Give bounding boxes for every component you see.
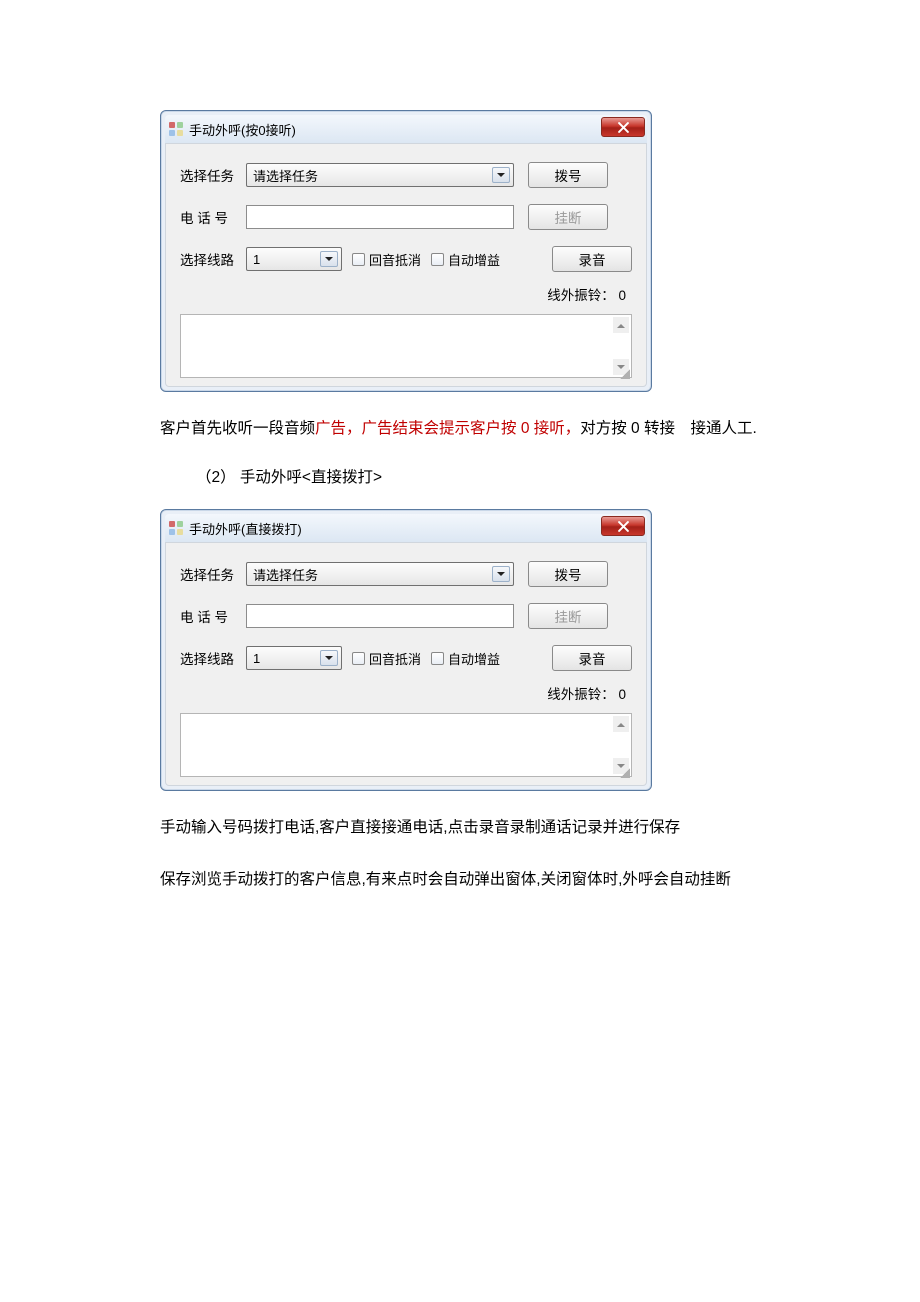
line-combo[interactable]: 1 <box>246 247 342 271</box>
task-combo[interactable]: 请选择任务 <box>246 562 514 586</box>
label-task: 选择任务 <box>180 564 246 584</box>
gain-label: 自动增益 <box>448 649 500 668</box>
label-line: 选择线路 <box>180 249 246 269</box>
phone-input[interactable] <box>246 205 514 229</box>
line-combo[interactable]: 1 <box>246 646 342 670</box>
echo-checkbox[interactable]: 回音抵消 <box>352 649 421 668</box>
record-button[interactable]: 录音 <box>552 645 632 671</box>
hangup-button[interactable]: 挂断 <box>528 204 608 230</box>
record-button[interactable]: 录音 <box>552 246 632 272</box>
window-title: 手动外呼(直接拨打) <box>189 519 302 538</box>
ring-status: 线外振铃： 0 <box>180 683 632 703</box>
dial-button[interactable]: 拨号 <box>528 162 608 188</box>
app-icon <box>169 521 183 535</box>
close-button[interactable] <box>601 516 645 536</box>
paragraph-1: 客户首先收听一段音频广告，广告结束会提示客户按 0 接听，对方按 0 转接 接通… <box>160 414 770 443</box>
checkbox-box-icon <box>431 253 444 266</box>
chevron-down-icon <box>492 566 510 582</box>
gain-checkbox[interactable]: 自动增益 <box>431 250 500 269</box>
checkbox-box-icon <box>431 652 444 665</box>
line-combo-value: 1 <box>253 651 260 666</box>
gain-label: 自动增益 <box>448 250 500 269</box>
chevron-down-icon <box>492 167 510 183</box>
window-title: 手动外呼(按0接听) <box>189 120 296 139</box>
task-combo[interactable]: 请选择任务 <box>246 163 514 187</box>
client-area: 选择任务 请选择任务 拨号 电 话 号 挂断 选择线路 1 <box>165 542 647 786</box>
hangup-button[interactable]: 挂断 <box>528 603 608 629</box>
scroll-up-icon[interactable] <box>613 317 629 333</box>
label-phone: 电 话 号 <box>180 207 246 227</box>
close-icon <box>618 521 629 532</box>
dialog-direct-dial: 手动外呼(直接拨打) 选择任务 请选择任务 拨号 电 话 号 挂断 <box>160 509 652 791</box>
gain-checkbox[interactable]: 自动增益 <box>431 649 500 668</box>
phone-input[interactable] <box>246 604 514 628</box>
echo-label: 回音抵消 <box>369 250 421 269</box>
echo-label: 回音抵消 <box>369 649 421 668</box>
label-task: 选择任务 <box>180 165 246 185</box>
chevron-down-icon <box>320 650 338 666</box>
section-heading-2: （2） 手动外呼<直接拨打> <box>196 465 770 487</box>
titlebar[interactable]: 手动外呼(直接拨打) <box>165 514 647 542</box>
notes-textarea[interactable] <box>180 314 632 378</box>
paragraph-3: 保存浏览手动拨打的客户信息,有来点时会自动弹出窗体,关闭窗体时,外呼会自动挂断 <box>160 865 770 894</box>
titlebar[interactable]: 手动外呼(按0接听) <box>165 115 647 143</box>
paragraph-2: 手动输入号码拨打电话,客户直接接通电话,点击录音录制通话记录并进行保存 <box>160 813 770 842</box>
scroll-up-icon[interactable] <box>613 716 629 732</box>
close-button[interactable] <box>601 117 645 137</box>
label-phone: 电 话 号 <box>180 606 246 626</box>
echo-checkbox[interactable]: 回音抵消 <box>352 250 421 269</box>
client-area: 选择任务 请选择任务 拨号 电 话 号 挂断 选择线路 1 <box>165 143 647 387</box>
resize-grip-icon[interactable] <box>618 766 630 778</box>
task-combo-value: 请选择任务 <box>253 565 318 584</box>
line-combo-value: 1 <box>253 252 260 267</box>
ring-status: 线外振铃： 0 <box>180 284 632 304</box>
label-line: 选择线路 <box>180 648 246 668</box>
chevron-down-icon <box>320 251 338 267</box>
resize-grip-icon[interactable] <box>618 367 630 379</box>
checkbox-box-icon <box>352 652 365 665</box>
dialog-press0: 手动外呼(按0接听) 选择任务 请选择任务 拨号 电 话 号 挂断 <box>160 110 652 392</box>
close-icon <box>618 122 629 133</box>
app-icon <box>169 122 183 136</box>
checkbox-box-icon <box>352 253 365 266</box>
notes-textarea[interactable] <box>180 713 632 777</box>
task-combo-value: 请选择任务 <box>253 166 318 185</box>
dial-button[interactable]: 拨号 <box>528 561 608 587</box>
